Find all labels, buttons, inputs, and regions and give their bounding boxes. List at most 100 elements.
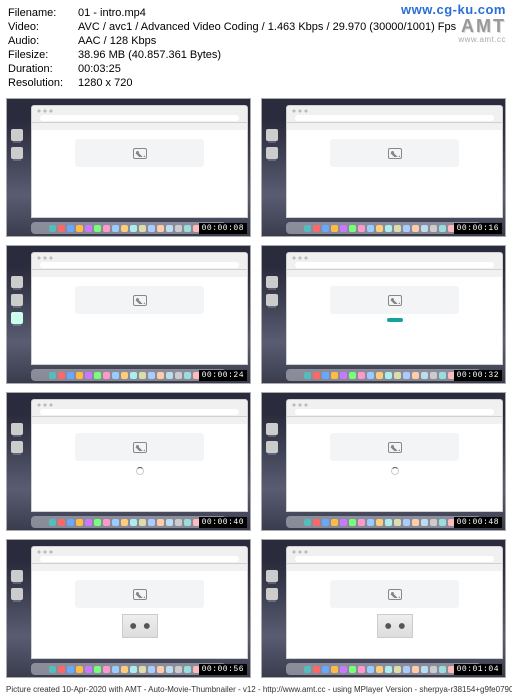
dock-app-icon <box>103 372 110 379</box>
dock-app-icon <box>394 666 401 673</box>
dock-app-icon <box>148 519 155 526</box>
browser-page <box>286 417 503 512</box>
dock-app-icon <box>76 519 83 526</box>
dock-app-icon <box>439 225 446 232</box>
dock-app-icon <box>340 225 347 232</box>
dock-app-icon <box>94 225 101 232</box>
dock-app-icon <box>376 372 383 379</box>
browser-page <box>286 123 503 218</box>
dock-app-icon <box>304 225 311 232</box>
label-filesize: Filesize: <box>8 48 78 62</box>
dock-app-icon <box>340 666 347 673</box>
page-topbar <box>287 417 502 424</box>
desktop-file-icon <box>266 276 278 288</box>
address-bar <box>40 262 239 268</box>
dock-app-icon <box>175 225 182 232</box>
dock-app-icon <box>175 519 182 526</box>
address-bar <box>295 262 494 268</box>
dock-app-icon <box>349 372 356 379</box>
dock-app-icon <box>67 372 74 379</box>
value-filesize: 38.96 MB (40.857.361 Bytes) <box>78 48 504 62</box>
timestamp-badge: 00:00:24 <box>199 370 247 381</box>
dock-app-icon <box>358 666 365 673</box>
dock-app-icon <box>412 372 419 379</box>
dock-app-icon <box>340 372 347 379</box>
timestamp-badge: 00:00:08 <box>199 223 247 234</box>
page-topbar <box>287 123 502 130</box>
dock-app-icon <box>67 519 74 526</box>
value-audio: AAC / 128 Kbps <box>78 34 504 48</box>
dock-app-icon <box>130 666 137 673</box>
image-placeholder-icon <box>133 442 147 453</box>
value-duration: 00:03:25 <box>78 62 504 76</box>
value-video: AVC / avc1 / Advanced Video Coding / 1.4… <box>78 20 504 34</box>
browser-chrome <box>286 252 503 270</box>
dock-app-icon <box>367 225 374 232</box>
dock-app-icon <box>130 225 137 232</box>
timestamp-badge: 00:00:56 <box>199 664 247 675</box>
dock-app-icon <box>385 225 392 232</box>
dock-app-icon <box>103 519 110 526</box>
footer-credit: Picture created 10-Apr-2020 with AMT - A… <box>0 682 512 696</box>
dock-app-icon <box>121 372 128 379</box>
upload-dropzone <box>75 580 204 608</box>
browser-page <box>31 564 248 659</box>
dock-app-icon <box>313 225 320 232</box>
browser-chrome <box>286 105 503 123</box>
dock-app-icon <box>358 519 365 526</box>
timestamp-badge: 00:01:04 <box>454 664 502 675</box>
desktop-file-icon <box>266 423 278 435</box>
thumbnail: 00:00:40 <box>6 392 251 531</box>
dock-app-icon <box>121 666 128 673</box>
dock-app-icon <box>112 519 119 526</box>
page-topbar <box>287 564 502 571</box>
macos-dock <box>286 663 480 675</box>
dock-app-icon <box>367 519 374 526</box>
browser-page <box>31 417 248 512</box>
dock-app-icon <box>157 225 164 232</box>
dock-app-icon <box>121 225 128 232</box>
dock-app-icon <box>76 225 83 232</box>
dock-app-icon <box>94 372 101 379</box>
thumbnail: 00:00:48 <box>261 392 506 531</box>
upload-dropzone <box>330 433 459 461</box>
dock-app-icon <box>85 666 92 673</box>
address-bar <box>40 115 239 121</box>
loading-spinner-icon <box>391 467 399 475</box>
address-bar <box>40 409 239 415</box>
dock-app-icon <box>94 519 101 526</box>
desktop-icons <box>266 570 278 600</box>
page-topbar <box>32 564 247 571</box>
browser-chrome <box>286 399 503 417</box>
address-bar <box>40 556 239 562</box>
dock-app-icon <box>85 225 92 232</box>
upload-dropzone <box>75 433 204 461</box>
dock-app-icon <box>157 666 164 673</box>
dock-app-icon <box>430 666 437 673</box>
dock-app-icon <box>130 372 137 379</box>
desktop-file-icon <box>266 570 278 582</box>
dock-app-icon <box>439 519 446 526</box>
dock-app-icon <box>331 666 338 673</box>
dock-app-icon <box>157 372 164 379</box>
dock-app-icon <box>139 225 146 232</box>
value-resolution: 1280 x 720 <box>78 76 504 90</box>
dock-app-icon <box>139 372 146 379</box>
dock-app-icon <box>184 666 191 673</box>
thumbnail: 00:01:04 <box>261 539 506 678</box>
address-bar <box>295 556 494 562</box>
dock-app-icon <box>304 372 311 379</box>
dock-app-icon <box>49 225 56 232</box>
dock-app-icon <box>358 372 365 379</box>
dock-app-icon <box>376 519 383 526</box>
dock-app-icon <box>166 225 173 232</box>
dock-app-icon <box>412 666 419 673</box>
address-bar <box>295 409 494 415</box>
metadata-panel: Filename:01 - intro.mp4 Video:AVC / avc1… <box>0 0 512 94</box>
dock-app-icon <box>166 666 173 673</box>
browser-chrome <box>31 252 248 270</box>
dock-app-icon <box>349 666 356 673</box>
dock-app-icon <box>412 225 419 232</box>
dock-app-icon <box>139 519 146 526</box>
dock-app-icon <box>394 225 401 232</box>
